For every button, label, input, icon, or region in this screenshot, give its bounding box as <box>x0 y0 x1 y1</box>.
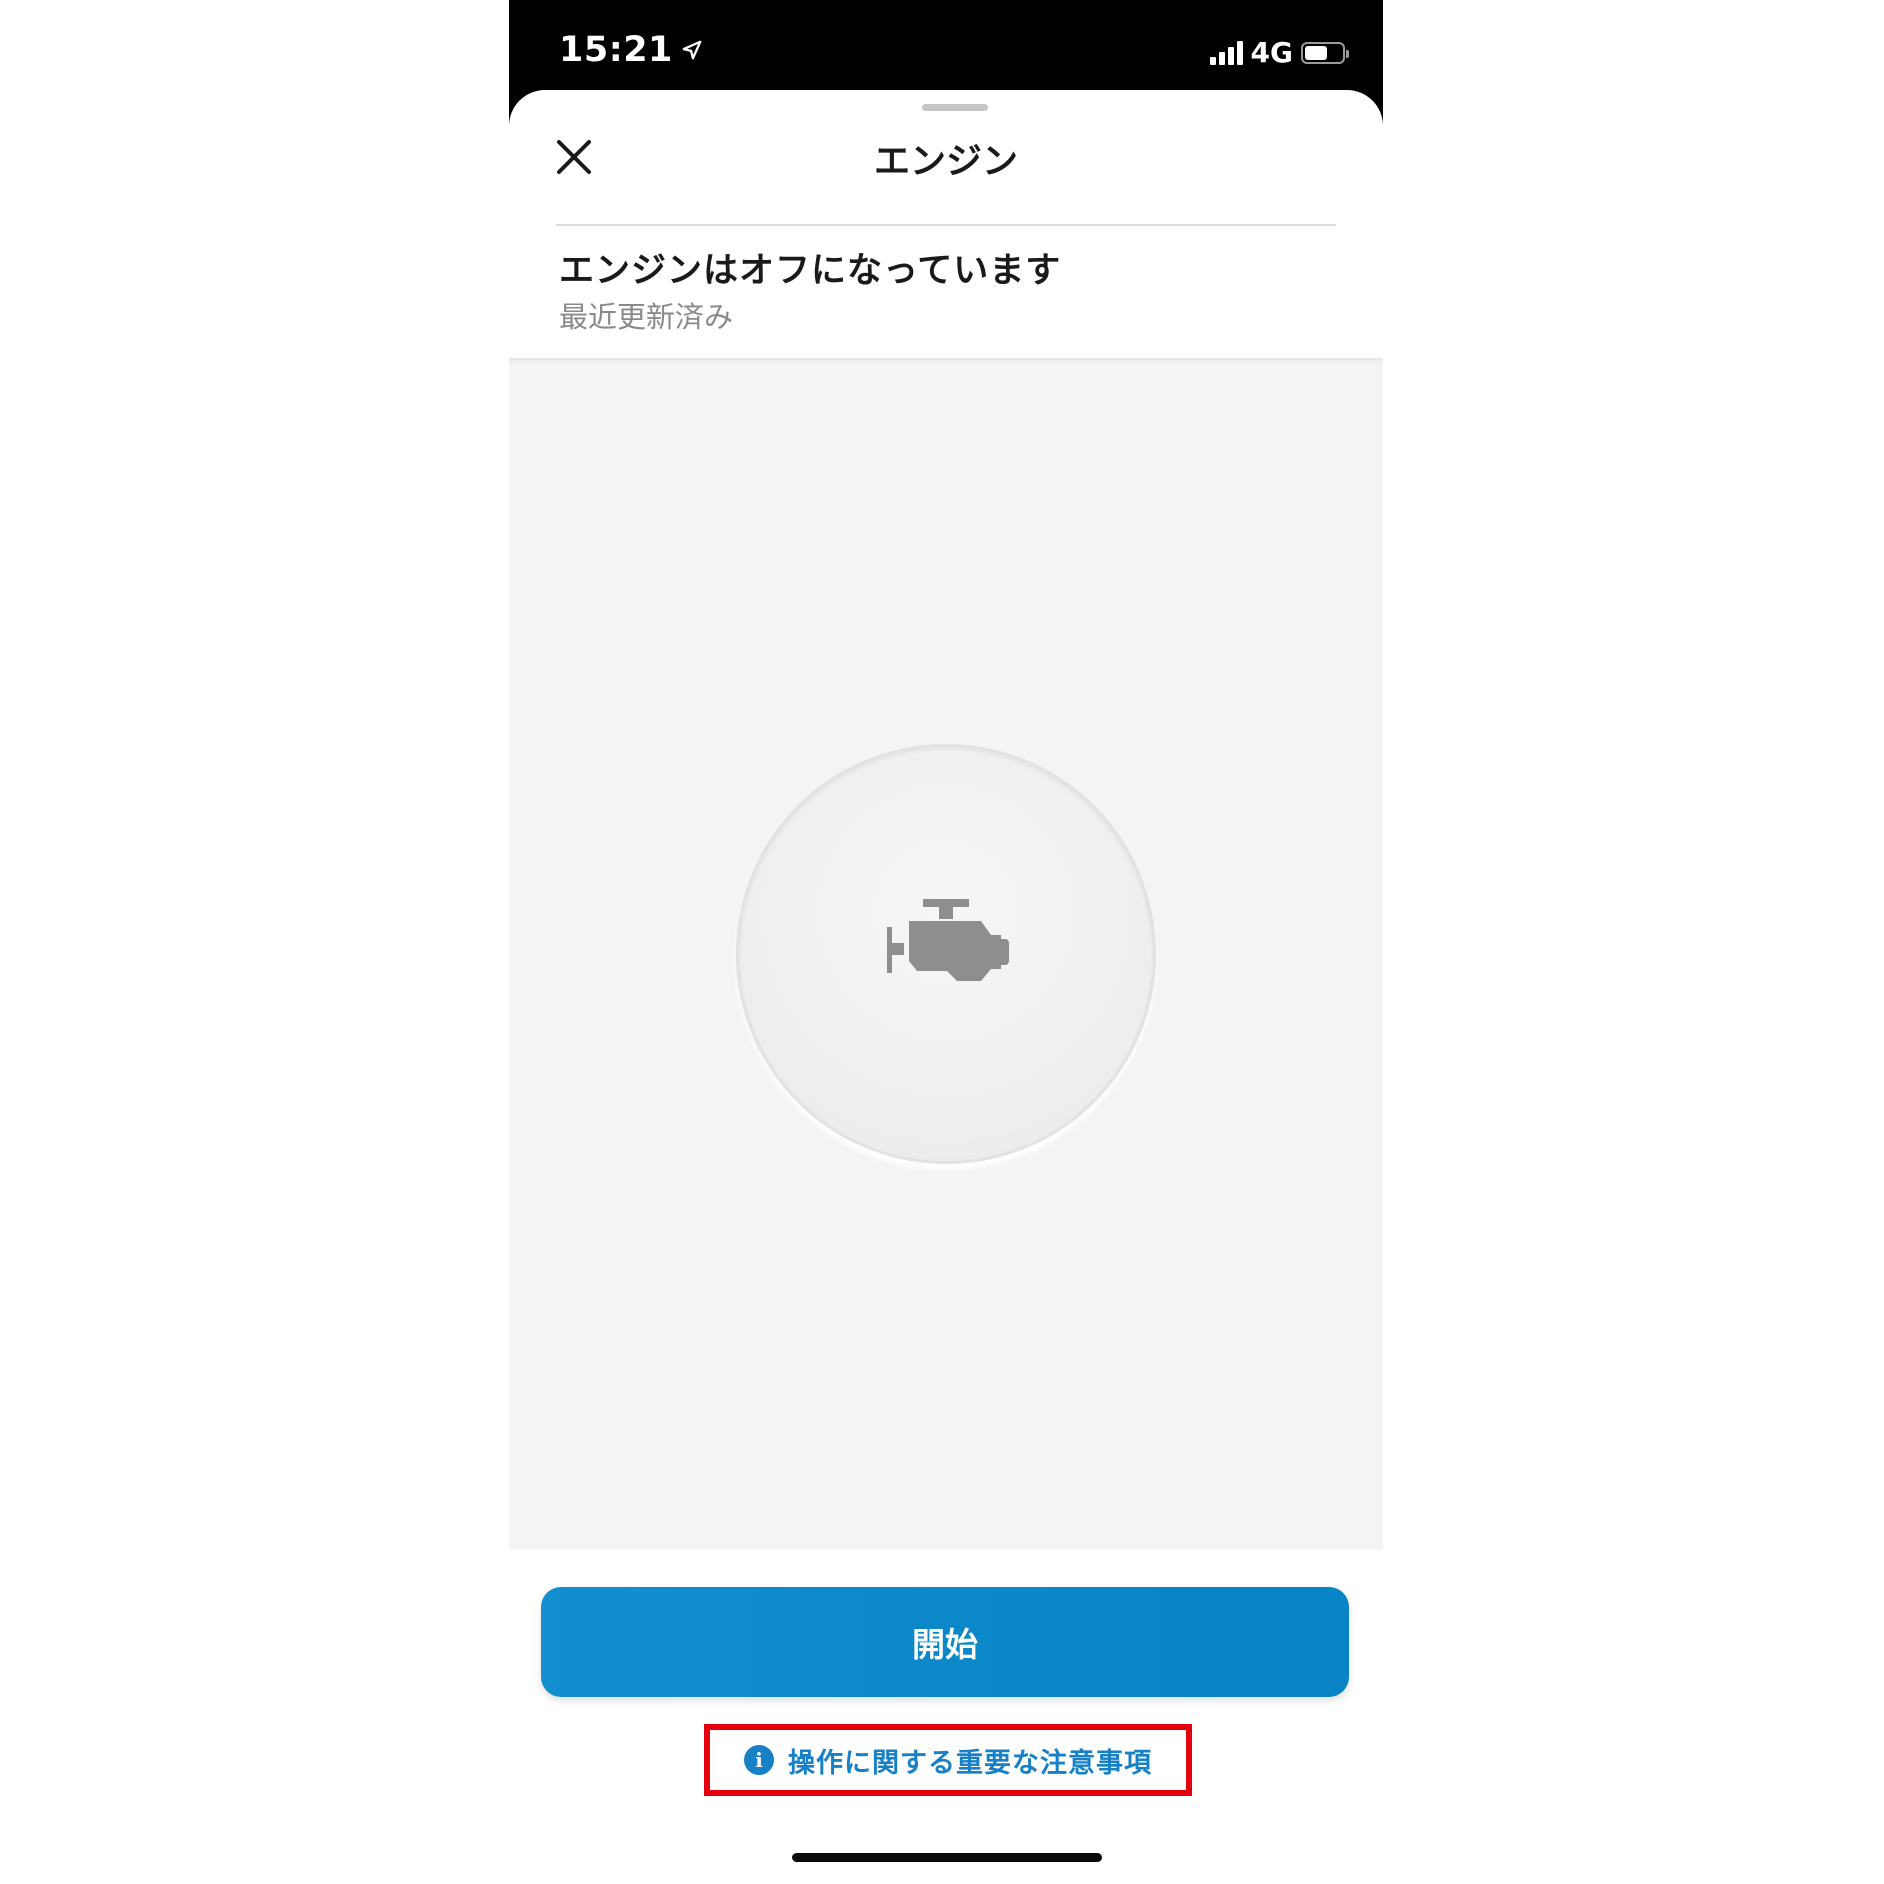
network-type: 4G <box>1250 36 1293 69</box>
sheet-title: エンジン <box>873 141 1018 182</box>
start-button[interactable]: 開始 <box>541 1587 1349 1697</box>
engine-toggle-circle[interactable] <box>736 744 1156 1164</box>
engine-control-panel <box>509 358 1383 1550</box>
engine-status-title: エンジンはオフになっています <box>559 251 1062 291</box>
status-time: 15:21 <box>559 30 703 70</box>
status-indicators: 4G <box>1209 36 1349 69</box>
info-icon: i <box>744 1745 774 1775</box>
sheet-grabber[interactable] <box>922 104 988 111</box>
location-arrow-icon <box>682 40 702 60</box>
phone-screen: 15:21 4G エンジン エンジンはオフになっています 最近更新済み 開始 i… <box>509 0 1383 1884</box>
important-notice-link[interactable]: i 操作に関する重要な注意事項 <box>704 1724 1192 1796</box>
header-divider <box>556 224 1336 226</box>
important-notice-label: 操作に関する重要な注意事項 <box>788 1747 1152 1779</box>
engine-sheet: エンジン エンジンはオフになっています 最近更新済み 開始 i 操作に関する重要… <box>509 90 1383 1884</box>
home-indicator[interactable] <box>792 1853 1102 1862</box>
status-time-text: 15:21 <box>559 30 673 70</box>
signal-icon <box>1209 40 1243 65</box>
engine-status-subtitle: 最近更新済み <box>559 300 734 334</box>
battery-fill <box>1305 45 1327 60</box>
battery-icon <box>1301 41 1349 64</box>
engine-icon <box>887 899 1009 981</box>
